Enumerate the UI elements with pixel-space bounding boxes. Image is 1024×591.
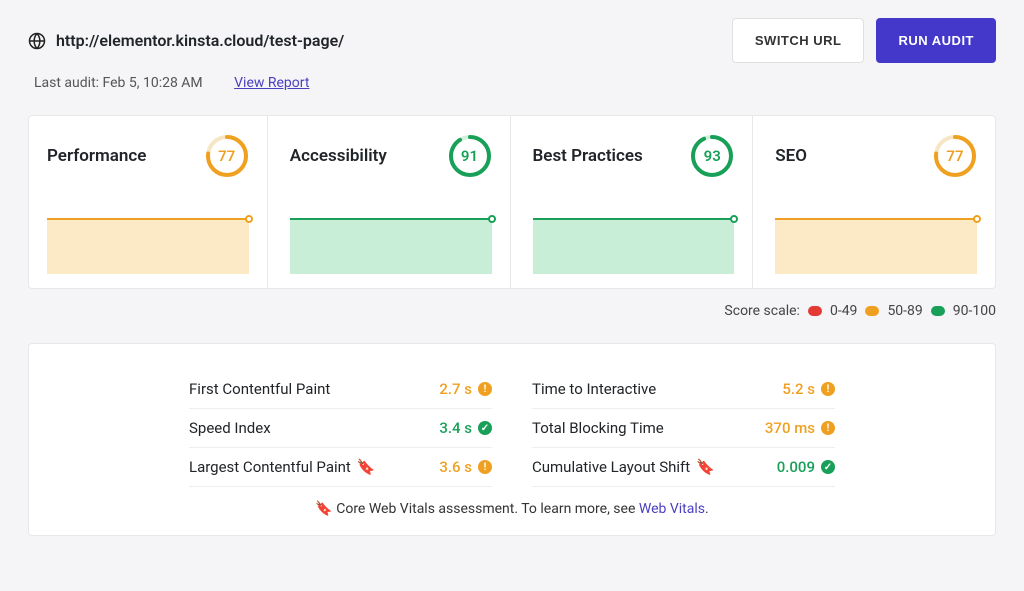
card-seo[interactable]: SEO 77 (757, 116, 995, 288)
scale-range-2: 50-89 (887, 303, 922, 319)
header: http://elementor.kinsta.cloud/test-page/… (28, 18, 996, 63)
metric-value: 0.009 (777, 458, 815, 476)
scale-dot-green (931, 306, 945, 316)
gauge-score: 93 (690, 134, 734, 178)
metric-tbt: Total Blocking Time 370 ms! (532, 409, 835, 448)
metric-value: 3.4 s (439, 419, 472, 437)
check-icon: ✓ (821, 460, 835, 474)
bookmark-icon: 🔖 (696, 458, 715, 476)
metric-si: Speed Index 3.4 s ✓ (189, 409, 492, 448)
metrics-panel: First Contentful Paint 2.7 s! Speed Inde… (28, 343, 996, 536)
action-buttons: SWITCH URL RUN AUDIT (732, 18, 996, 63)
globe-icon (28, 32, 46, 50)
metric-label: Cumulative Layout Shift (532, 458, 690, 476)
bookmark-icon: 🔖 (315, 501, 332, 517)
sparkline (775, 218, 977, 274)
gauge-score: 77 (933, 134, 977, 178)
gauge-accessibility: 91 (448, 134, 492, 178)
warning-icon: ! (821, 382, 835, 396)
metric-label: First Contentful Paint (189, 380, 330, 398)
card-title: Performance (47, 146, 146, 166)
metric-label: Speed Index (189, 419, 271, 437)
scale-dot-red (808, 306, 822, 316)
bookmark-icon: 🔖 (357, 458, 376, 476)
gauge-performance: 77 (205, 134, 249, 178)
sub-header: Last audit: Feb 5, 10:28 AM View Report (34, 75, 996, 91)
card-best-practices[interactable]: Best Practices 93 (515, 116, 754, 288)
card-title: SEO (775, 146, 807, 166)
metric-lcp: Largest Contentful Paint 🔖 3.6 s! (189, 448, 492, 487)
footnote-text-b: . (705, 501, 709, 517)
warning-icon: ! (821, 421, 835, 435)
scale-range-3: 90-100 (953, 303, 996, 319)
web-vitals-link[interactable]: Web Vitals (639, 501, 705, 517)
sparkline (290, 218, 492, 274)
last-audit-text: Last audit: Feb 5, 10:28 AM (34, 75, 203, 91)
gauge-score: 91 (448, 134, 492, 178)
card-title: Accessibility (290, 146, 387, 166)
metric-tti: Time to Interactive 5.2 s! (532, 370, 835, 409)
url-display: http://elementor.kinsta.cloud/test-page/ (28, 31, 344, 50)
switch-url-button[interactable]: SWITCH URL (732, 18, 865, 63)
metric-label: Time to Interactive (532, 380, 656, 398)
warning-icon: ! (478, 460, 492, 474)
gauge-score: 77 (205, 134, 249, 178)
warning-icon: ! (478, 382, 492, 396)
metric-label: Largest Contentful Paint (189, 458, 351, 476)
sparkline (47, 218, 249, 274)
metric-fcp: First Contentful Paint 2.7 s! (189, 370, 492, 409)
metric-value: 5.2 s (782, 380, 815, 398)
check-icon: ✓ (478, 421, 492, 435)
view-report-link[interactable]: View Report (234, 75, 309, 91)
run-audit-button[interactable]: RUN AUDIT (876, 18, 996, 63)
metric-value: 2.7 s (439, 380, 472, 398)
gauge-best-practices: 93 (690, 134, 734, 178)
card-title: Best Practices (533, 146, 643, 166)
footnote: 🔖 Core Web Vitals assessment. To learn m… (189, 501, 835, 517)
score-cards: Performance 77 Accessibility 91 Best Pra… (28, 115, 996, 289)
scale-dot-orange (865, 306, 879, 316)
card-accessibility[interactable]: Accessibility 91 (272, 116, 511, 288)
scale-label: Score scale: (724, 303, 800, 319)
sparkline (533, 218, 735, 274)
gauge-seo: 77 (933, 134, 977, 178)
url-text: http://elementor.kinsta.cloud/test-page/ (56, 31, 344, 50)
metric-value: 3.6 s (439, 458, 472, 476)
card-performance[interactable]: Performance 77 (29, 116, 268, 288)
metric-cls: Cumulative Layout Shift 🔖 0.009 ✓ (532, 448, 835, 487)
scale-range-1: 0-49 (830, 303, 857, 319)
metric-label: Total Blocking Time (532, 419, 664, 437)
metric-value: 370 ms (765, 419, 815, 437)
footnote-text-a: Core Web Vitals assessment. To learn mor… (336, 501, 639, 517)
score-scale: Score scale: 0-49 50-89 90-100 (28, 303, 996, 319)
